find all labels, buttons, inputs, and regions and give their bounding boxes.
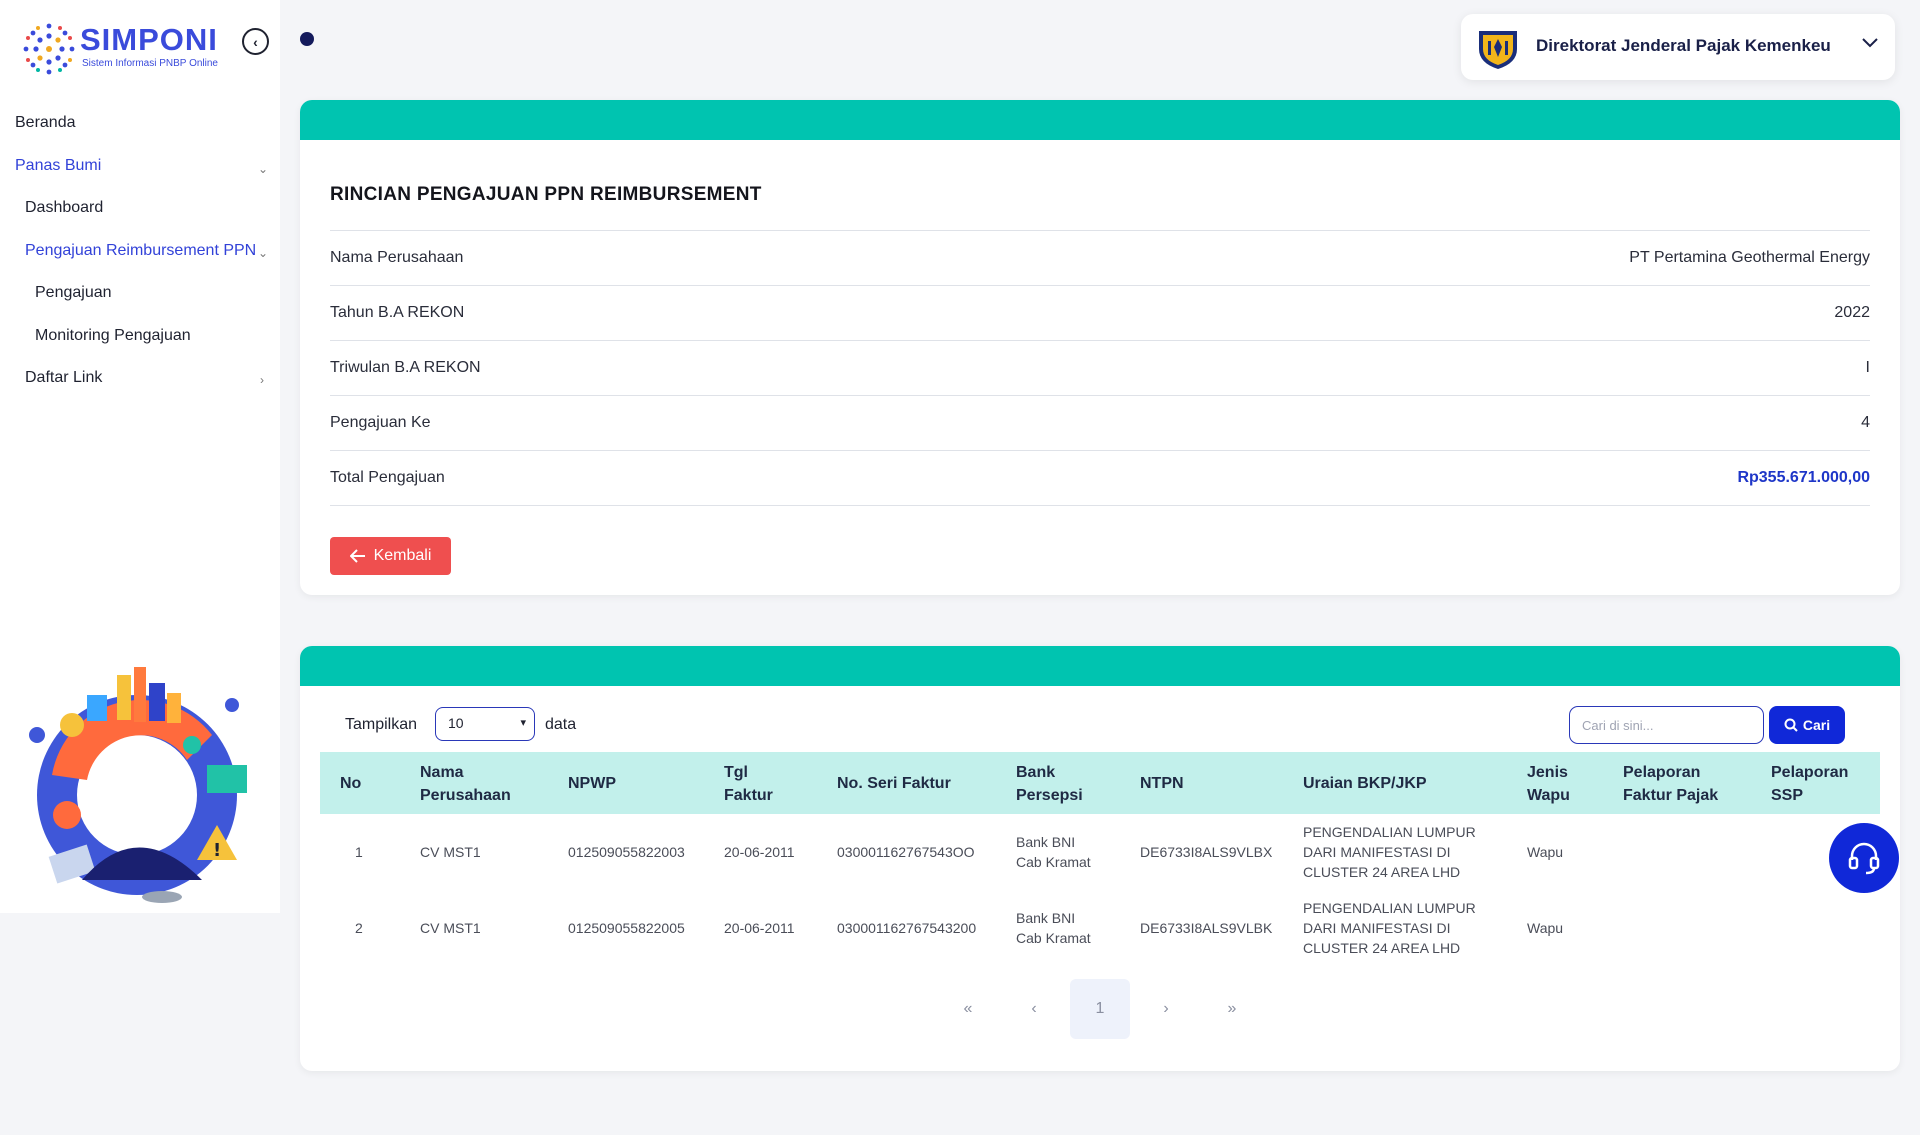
sidebar-item-pengajuan-reimbursement-ppn[interactable]: Pengajuan Reimbursement PPN [25,242,256,260]
cell-nama: CV MST1 [420,844,481,860]
chevron-down-icon: ⌄ [258,162,269,176]
column-header-uraian[interactable]: Uraian BKP/JKP [1303,772,1427,795]
search-button-label: Cari [1802,717,1831,733]
detail-value: I [1865,359,1870,376]
column-header-no[interactable]: No [340,772,361,795]
status-dot [300,32,314,46]
detail-label: Tahun B.A REKON [330,304,465,321]
detail-card: RINCIAN PENGAJUAN PPN REIMBURSEMENT Nama… [300,100,1900,595]
column-header-bank-persepsi[interactable]: Bank Persepsi [1016,761,1083,807]
column-header-nama-perusahaan[interactable]: Nama Perusahaan [420,761,511,807]
cell-uraian: PENGENDALIAN LUMPUR DARI MANIFESTASI DI CL… [1303,824,1476,880]
sidebar-item-panas-bumi[interactable]: Panas Bumi [15,157,101,175]
card-header-band [300,646,1900,686]
detail-value: 2022 [1834,304,1870,321]
detail-label: Triwulan B.A REKON [330,359,481,376]
table-row: 2 CV MST1 012509055822005 20-06-2011 030… [320,890,1880,966]
chevron-down-icon: ▾ [520,717,526,729]
detail-row: Pengajuan Ke 4 [330,395,1870,450]
detail-label: Total Pengajuan [330,469,445,486]
pagination-next[interactable]: › [1136,979,1196,1039]
sidebar-item-beranda[interactable]: Beranda [15,114,76,132]
cell-npwp: 012509055822005 [568,920,685,936]
cell-ntpn: DE6733I8ALS9VLBK [1140,920,1273,936]
search-icon [1784,718,1798,732]
app-title: SIMPONI [80,22,218,57]
pagination-first[interactable]: « [938,979,998,1039]
column-header-npwp[interactable]: NPWP [568,772,616,795]
chevron-down-icon: ⌄ [258,246,269,260]
cell-seri: 030001162767543OO [837,844,975,860]
divider [330,505,1870,506]
detail-row: Total Pengajuan Rp355.671.000,00 [330,450,1870,505]
sidebar-item-dashboard[interactable]: Dashboard [25,199,103,217]
detail-row: Tahun B.A REKON 2022 [330,285,1870,340]
detail-label: Nama Perusahaan [330,249,464,266]
pagination-prev[interactable]: ‹ [1004,979,1064,1039]
cell-uraian: PENGENDALIAN LUMPUR DARI MANIFESTASI DI CL… [1303,900,1476,956]
help-button[interactable] [1829,823,1899,893]
org-name: Direktorat Jenderal Pajak Kemenkeu [1536,36,1831,55]
search-button[interactable]: Cari [1769,706,1845,744]
card-header-band [300,100,1900,140]
search-input[interactable] [1569,706,1764,744]
cell-bank: Bank BNI Cab Kramat [1016,910,1091,946]
chevron-left-circle-icon[interactable]: ‹ [242,28,269,55]
column-header-pelaporan-ssp[interactable]: Pelaporan SSP [1771,761,1848,807]
pagination-page-current[interactable]: 1 [1070,979,1130,1039]
cell-ntpn: DE6733I8ALS9VLBX [1140,844,1273,860]
sidebar-item-daftar-link[interactable]: Daftar Link [25,369,102,387]
page-size-label: Tampilkan [345,716,418,733]
cell-bank: Bank BNI Cab Kramat [1016,834,1091,870]
page-title: RINCIAN PENGAJUAN PPN REIMBURSEMENT [330,184,762,205]
column-header-ntpn[interactable]: NTPN [1140,772,1184,795]
cell-nama: CV MST1 [420,920,481,936]
sidebar: SIMPONI Sistem Informasi PNBP Online ‹ B… [0,0,280,913]
column-header-jenis-wapu[interactable]: Jenis Wapu [1527,761,1570,807]
sidebar-item-pengajuan[interactable]: Pengajuan [35,284,112,302]
detail-value: PT Pertamina Geothermal Energy [1629,249,1870,266]
detail-row: Nama Perusahaan PT Pertamina Geothermal … [330,230,1870,285]
headset-icon [1848,842,1880,875]
back-button[interactable]: Kembali [330,537,451,575]
page-size-value: 10 [448,715,464,731]
detail-label: Pengajuan Ke [330,414,431,431]
decorative-illustration: ! [29,667,247,903]
pagination-last[interactable]: » [1202,979,1262,1039]
cell-no: 1 [355,844,363,860]
cell-tgl: 20-06-2011 [724,844,795,860]
column-header-pelaporan-faktur[interactable]: Pelaporan Faktur Pajak [1623,761,1718,807]
page-size-suffix: data [545,716,577,733]
page-size-select[interactable]: 10 ▾ [435,707,535,741]
svg-text:!: ! [213,840,221,861]
column-header-no-seri-faktur[interactable]: No. Seri Faktur [837,772,951,795]
column-header-tgl-faktur[interactable]: Tgl Faktur [724,761,773,807]
cell-npwp: 012509055822003 [568,844,685,860]
cell-seri: 030001162767543200 [837,920,977,936]
detail-value: 4 [1861,414,1870,431]
sidebar-item-monitoring-pengajuan[interactable]: Monitoring Pengajuan [35,327,191,345]
cell-wapu: Wapu [1527,920,1564,936]
kemenkeu-emblem-icon [1479,31,1517,69]
detail-row: Triwulan B.A REKON I [330,340,1870,395]
arrow-left-icon [349,549,365,563]
table-card: Tampilkan 10 ▾ data Cari No NamaPerusaha… [300,646,1900,1071]
chevron-down-icon [1861,36,1879,54]
simponi-logo[interactable]: SIMPONI Sistem Informasi PNBP Online [18,18,248,80]
cell-wapu: Wapu [1527,844,1564,860]
org-selector[interactable]: Direktorat Jenderal Pajak Kemenkeu [1461,14,1895,80]
total-amount: Rp355.671.000,00 [1737,469,1870,486]
cell-tgl: 20-06-2011 [724,920,795,936]
back-button-label: Kembali [373,547,432,564]
cell-no: 2 [355,920,363,936]
table-header: No Nama Perusahaan NPWP Tgl Faktur No. Ser… [320,752,1880,814]
table-row: 1 CV MST1 012509055822003 20-06-2011 030… [320,814,1880,890]
simponi-logo-icon [23,23,75,75]
chevron-right-icon: › [260,373,264,387]
app-subtitle: Sistem Informasi PNBP Online [82,58,218,69]
